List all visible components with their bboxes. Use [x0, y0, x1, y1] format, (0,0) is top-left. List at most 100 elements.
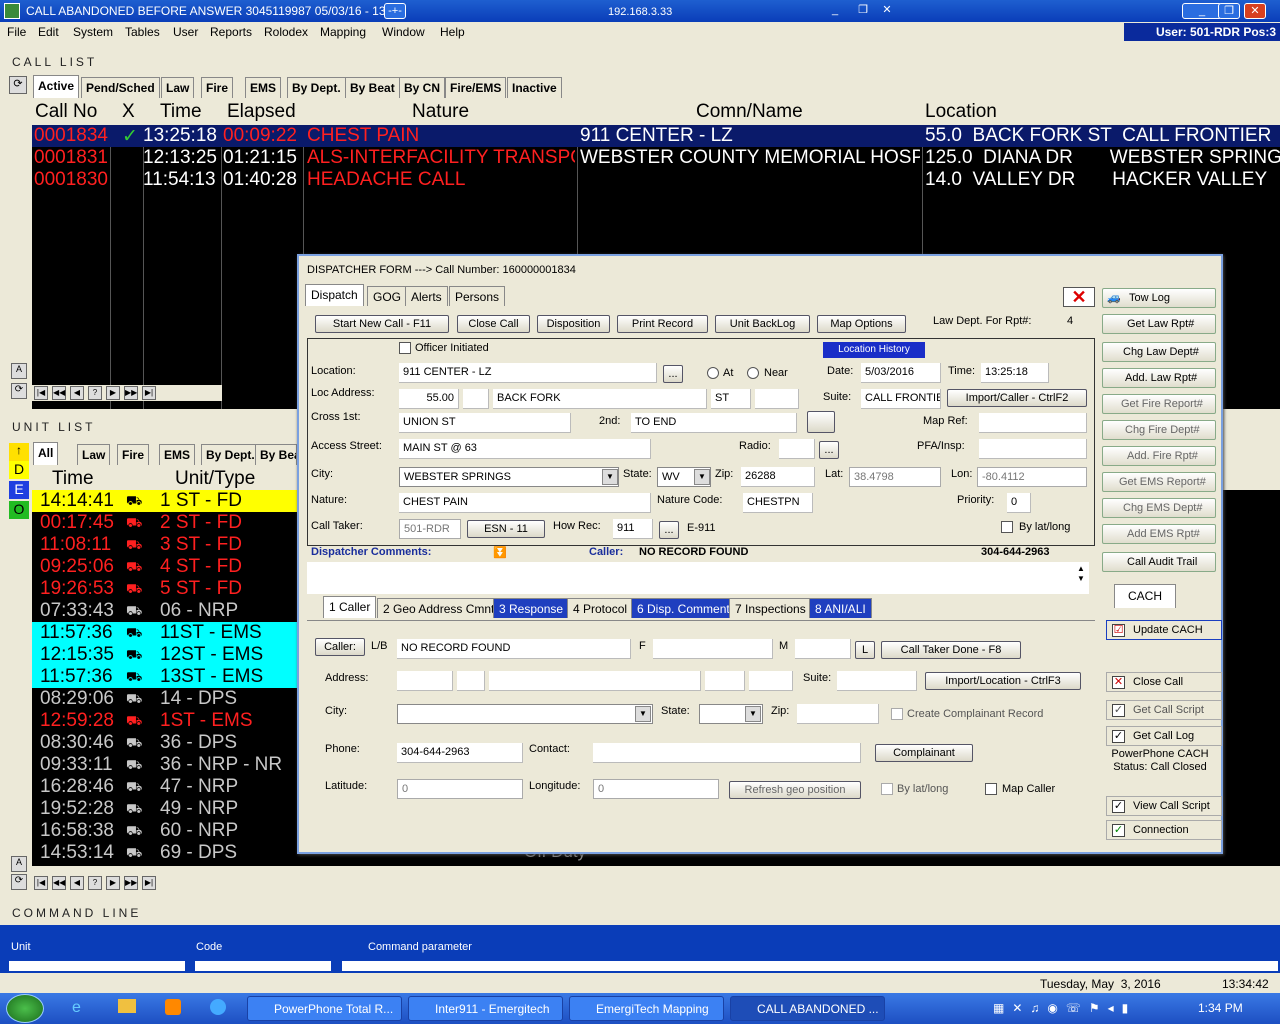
unit-row[interactable]: 16:58:38 ⛟ 60 - NRP	[32, 820, 302, 842]
unit-row[interactable]: 11:57:36 ⛟ 11ST - EMS	[32, 622, 302, 644]
unit-row[interactable]: 14:14:41 ⛟ 1 ST - FD	[32, 490, 302, 512]
tab-cach[interactable]: CACH	[1114, 584, 1176, 608]
col-time[interactable]: Time	[52, 468, 94, 490]
import-location-button[interactable]: Import/Location - CtrlF3	[925, 672, 1081, 690]
unit-row[interactable]: 11:57:36 ⛟ 13ST - EMS	[32, 666, 302, 688]
unit-row[interactable]: 12:15:35 ⛟ 12ST - EMS	[32, 644, 302, 666]
next-page-icon[interactable]: ▶▶	[124, 876, 138, 890]
first-icon[interactable]: |◀	[34, 876, 48, 890]
update-cach-button[interactable]: ☑ Update CACH	[1106, 620, 1222, 640]
next-icon[interactable]: ▶	[106, 876, 120, 890]
location-field[interactable]: 911 CENTER - LZ	[399, 363, 657, 383]
unit-row[interactable]: 07:33:43 ⛟ 06 - NRP	[32, 600, 302, 622]
prev-page-icon[interactable]: ◀◀	[52, 386, 66, 400]
tab-persons[interactable]: Persons	[449, 286, 506, 306]
city-select[interactable]: WEBSTER SPRINGS	[399, 467, 619, 487]
restore-icon[interactable]: ❐	[852, 3, 874, 19]
tab-fire[interactable]: Fire	[201, 77, 234, 98]
tab-inactive[interactable]: Inactive	[507, 77, 562, 98]
help-icon[interactable]: ?	[88, 386, 102, 400]
close-call-button[interactable]: Close Call	[457, 315, 530, 333]
tab-caller[interactable]: 1 Caller	[323, 596, 377, 618]
up-arrow-icon[interactable]: ↑	[9, 443, 29, 461]
add-ems-rpt-button[interactable]: Add EMS Rpt#	[1102, 524, 1216, 544]
table-row[interactable]: 0001831 12:13:25 01:21:15 ALS-INTERFACIL…	[32, 147, 1280, 169]
nature-field[interactable]: CHEST PAIN	[399, 493, 651, 513]
radio-field[interactable]	[779, 439, 815, 459]
longitude-field[interactable]: 0	[593, 779, 719, 799]
call-taker-field[interactable]: 501-RDR	[399, 519, 461, 539]
refresh-icon[interactable]: ⟳	[9, 76, 27, 94]
dispatcher-comments-area[interactable]	[307, 562, 1089, 594]
status-letter-o[interactable]: O	[9, 501, 29, 519]
caller-address-prefix-field[interactable]	[457, 671, 485, 691]
chevron-down-icon[interactable]: ▼	[602, 469, 618, 485]
menu-system[interactable]: System	[73, 25, 113, 39]
close-icon[interactable]: ✕	[1244, 3, 1266, 19]
tab-ems[interactable]: EMS	[245, 77, 282, 98]
tab-by-cn[interactable]: By CN	[399, 77, 446, 98]
menu-reports[interactable]: Reports	[210, 25, 252, 39]
start-button[interactable]	[6, 994, 44, 1023]
prev-page-icon[interactable]: ◀◀	[52, 876, 66, 890]
view-call-script-button[interactable]: ✓ View Call Script	[1106, 796, 1222, 816]
unit-row[interactable]: 12:59:28 ⛟ 1ST - EMS	[32, 710, 302, 732]
lat-field[interactable]: 38.4798	[849, 467, 941, 487]
menu-help[interactable]: Help	[440, 25, 465, 39]
task-inter911[interactable]: Inter911 - Emergitech	[408, 996, 563, 1021]
unit-row[interactable]: 08:29:06 ⛟ 14 - DPS	[32, 688, 302, 710]
unit-row[interactable]: 16:28:46 ⛟ 47 - NRP	[32, 776, 302, 798]
table-row[interactable]: 0001830 11:54:13 01:40:28 HEADACHE CALL …	[32, 169, 1280, 191]
tab-ani-ali[interactable]: 8 ANI/ALI	[809, 598, 872, 618]
caller-zip-field[interactable]	[797, 704, 879, 724]
col-unit-type[interactable]: Unit/Type	[175, 468, 255, 490]
chg-ems-dept-button[interactable]: Chg EMS Dept#	[1102, 498, 1216, 518]
add-fire-rpt-button[interactable]: Add. Fire Rpt#	[1102, 446, 1216, 466]
close-form-icon[interactable]: ✕	[1063, 287, 1095, 307]
tab-alerts[interactable]: Alerts	[405, 286, 448, 306]
print-record-button[interactable]: Print Record	[617, 315, 708, 333]
task-call-abandoned[interactable]: CALL ABANDONED ...	[730, 996, 885, 1021]
next-icon[interactable]: ▶	[106, 386, 120, 400]
close-icon[interactable]: ✕	[876, 3, 898, 19]
code-input[interactable]	[195, 961, 331, 971]
date-field[interactable]: 5/03/2016	[861, 363, 941, 383]
unit-row[interactable]: 09:33:11 ⛟ 36 - NRP - NR	[32, 754, 302, 776]
how-rec-field[interactable]: 911	[613, 519, 653, 539]
by-lat-long-checkbox[interactable]	[1001, 521, 1013, 533]
col-call-no[interactable]: Call No	[35, 101, 97, 123]
tab-all[interactable]: All	[33, 442, 59, 465]
near-radio[interactable]	[747, 367, 759, 379]
get-call-log-button[interactable]: ✓ Get Call Log	[1106, 726, 1222, 746]
map-ref-field[interactable]	[979, 413, 1087, 433]
tab-disp-comments[interactable]: 6 Disp. Comments	[631, 598, 742, 618]
time-field[interactable]: 13:25:18	[981, 363, 1049, 383]
caller-by-lat-long-checkbox[interactable]	[881, 783, 893, 795]
street-suffix-field[interactable]	[755, 389, 799, 409]
col-comn-name[interactable]: Comn/Name	[696, 101, 803, 123]
unit-row[interactable]: 00:17:45 ⛟ 2 ST - FD	[32, 512, 302, 534]
comments-expand-icon[interactable]: ⏬	[493, 546, 507, 559]
caller-button[interactable]: Caller:	[315, 638, 365, 656]
tab-ems[interactable]: EMS	[159, 444, 196, 465]
officer-initiated-checkbox[interactable]	[399, 342, 411, 354]
caller-address-num-field[interactable]	[397, 671, 453, 691]
ie-icon[interactable]: e	[72, 999, 81, 1017]
menu-user[interactable]: User	[173, 25, 198, 39]
complainant-button[interactable]: Complainant	[875, 744, 973, 762]
task-mapping[interactable]: EmergiTech Mapping	[569, 996, 724, 1021]
last-icon[interactable]: ▶|	[142, 386, 156, 400]
tab-pend-sched[interactable]: Pend/Sched	[81, 77, 160, 98]
radio-lookup-button[interactable]: ...	[819, 441, 839, 459]
esn-button[interactable]: ESN - 11	[467, 520, 545, 538]
address-prefix-field[interactable]	[463, 389, 489, 409]
tab-fire[interactable]: Fire	[117, 444, 150, 465]
caller-city-select[interactable]	[397, 704, 653, 724]
cross1-field[interactable]: UNION ST	[399, 413, 571, 433]
prev-icon[interactable]: ◀	[70, 876, 84, 890]
unit-row[interactable]: 14:53:14 ⛟ 69 - DPS	[32, 842, 302, 864]
col-location[interactable]: Location	[925, 101, 997, 123]
chevron-down-icon[interactable]: ▼	[635, 706, 651, 722]
col-elapsed[interactable]: Elapsed	[227, 101, 296, 123]
caller-first-name-field[interactable]	[653, 639, 773, 659]
